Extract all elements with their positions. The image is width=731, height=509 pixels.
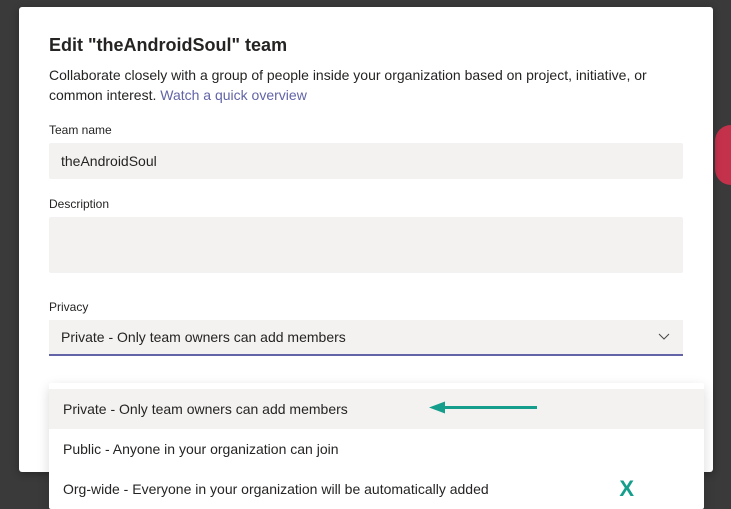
privacy-option-private[interactable]: Private - Only team owners can add membe… <box>49 389 704 429</box>
privacy-option-orgwide[interactable]: Org-wide - Everyone in your organization… <box>49 469 704 509</box>
option-label: Public - Anyone in your organization can… <box>63 441 339 457</box>
option-label: Private - Only team owners can add membe… <box>63 401 348 417</box>
team-name-label: Team name <box>49 123 683 137</box>
privacy-label: Privacy <box>49 300 683 314</box>
description-input[interactable] <box>49 217 683 273</box>
x-annotation-icon: X <box>619 478 634 500</box>
description-group: Description <box>49 197 683 278</box>
background-accent-shape <box>715 125 731 185</box>
modal-title: Edit "theAndroidSoul" team <box>49 35 683 56</box>
team-name-input[interactable] <box>49 143 683 179</box>
modal-description-text: Collaborate closely with a group of peop… <box>49 67 647 103</box>
privacy-dropdown: Private - Only team owners can add membe… <box>49 383 704 509</box>
modal-description: Collaborate closely with a group of peop… <box>49 66 683 105</box>
watch-overview-link[interactable]: Watch a quick overview <box>160 87 307 103</box>
option-label: Org-wide - Everyone in your organization… <box>63 481 489 497</box>
arrow-annotation-icon <box>429 399 539 420</box>
description-label: Description <box>49 197 683 211</box>
privacy-dropdown-list[interactable]: Private - Only team owners can add membe… <box>49 389 704 509</box>
edit-team-modal: Edit "theAndroidSoul" team Collaborate c… <box>19 7 713 472</box>
privacy-select[interactable]: Private - Only team owners can add membe… <box>49 320 683 356</box>
chevron-down-icon <box>657 329 671 346</box>
privacy-group: Privacy Private - Only team owners can a… <box>49 300 683 356</box>
privacy-selected-value: Private - Only team owners can add membe… <box>61 329 346 345</box>
privacy-option-public[interactable]: Public - Anyone in your organization can… <box>49 429 704 469</box>
team-name-group: Team name <box>49 123 683 179</box>
